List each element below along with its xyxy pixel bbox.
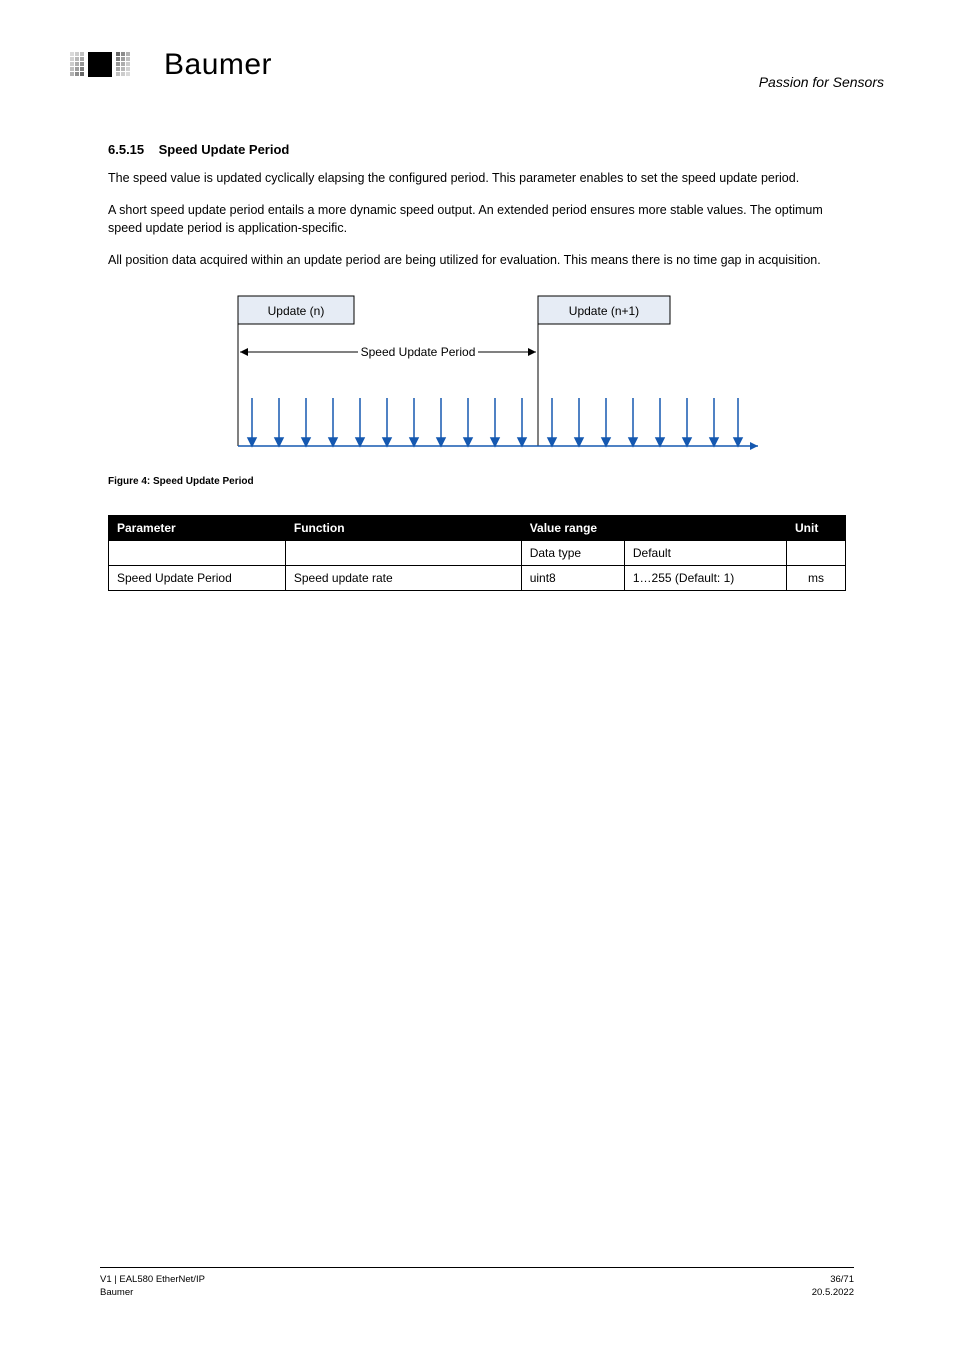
figure-caption: Figure 4: Speed Update Period — [108, 476, 846, 487]
td-datatype: uint8 — [521, 565, 624, 590]
th-value-range: Value range — [521, 515, 786, 540]
footer-left: V1 | EAL580 EtherNet/IP Baumer — [100, 1274, 205, 1300]
td-function: Speed update rate — [285, 565, 521, 590]
footer-page: 36/71 — [812, 1274, 854, 1287]
footer-doc: V1 | EAL580 EtherNet/IP — [100, 1274, 205, 1287]
section-number: 6.5.15 — [108, 142, 144, 157]
footer-right: 36/71 20.5.2022 — [812, 1274, 854, 1300]
label-period: Speed Update Period — [361, 345, 476, 359]
paragraph-2: A short speed update period entails a mo… — [108, 201, 846, 237]
th-function: Function — [285, 515, 521, 540]
td-empty — [109, 540, 286, 565]
label-update-n: Update (n) — [268, 304, 325, 318]
td-parameter: Speed Update Period — [109, 565, 286, 590]
td-sub-default: Default — [624, 540, 786, 565]
td-empty — [285, 540, 521, 565]
page-footer: V1 | EAL580 EtherNet/IP Baumer 36/71 20.… — [100, 1267, 854, 1300]
td-empty — [787, 540, 846, 565]
parameter-table: Parameter Function Value range Unit Data… — [108, 515, 846, 591]
paragraph-1: The speed value is updated cyclically el… — [108, 169, 846, 187]
section-heading: 6.5.15 Speed Update Period — [108, 142, 846, 157]
footer-company: Baumer — [100, 1287, 205, 1300]
th-unit: Unit — [787, 515, 846, 540]
td-sub-datatype: Data type — [521, 540, 624, 565]
section-title: Speed Update Period — [159, 142, 290, 157]
page-content: 6.5.15 Speed Update Period The speed val… — [108, 142, 846, 591]
figure: Update (n) Update (n+1) Speed Update Per… — [108, 288, 846, 487]
paragraph-3: All position data acquired within an upd… — [108, 251, 846, 269]
th-parameter: Parameter — [109, 515, 286, 540]
page-header: Baumer Passion for Sensors — [70, 48, 884, 98]
table-row: Speed Update Period Speed update rate ui… — [109, 565, 846, 590]
table-subheader-row: Data type Default — [109, 540, 846, 565]
td-unit: ms — [787, 565, 846, 590]
brand-tagline: Passion for Sensors — [759, 74, 884, 90]
brand-name: Baumer — [164, 48, 272, 82]
label-update-n1: Update (n+1) — [569, 304, 639, 318]
speed-update-diagram: Update (n) Update (n+1) Speed Update Per… — [228, 288, 768, 468]
td-default: 1…255 (Default: 1) — [624, 565, 786, 590]
brand-squares-icon — [70, 48, 150, 82]
footer-date: 20.5.2022 — [812, 1287, 854, 1300]
table-header-row: Parameter Function Value range Unit — [109, 515, 846, 540]
